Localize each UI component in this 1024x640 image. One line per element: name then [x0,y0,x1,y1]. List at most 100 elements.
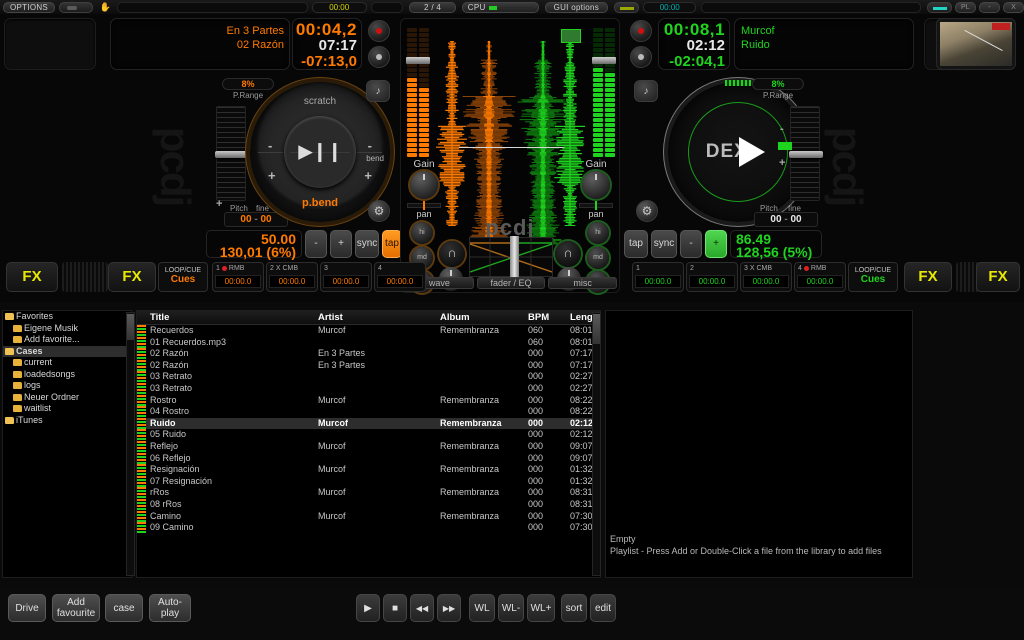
crossfader-handle[interactable] [510,236,519,278]
pan-slider-left[interactable] [407,201,441,210]
deck-right-cue-slot-4[interactable]: 4 RMB 00:00.0 [794,262,846,292]
deck-right-load-track-button[interactable]: ♪ [634,80,658,102]
add-favourite-button[interactable]: Add favourite [52,594,100,622]
deck-right-jog-wheel[interactable]: DEX [668,80,808,222]
tree-item-loadedsongs[interactable]: loadedsongs [3,369,131,381]
tab-fader-eq[interactable]: fader / EQ [476,277,546,289]
gain-knob-right[interactable] [582,171,610,199]
tree-item-favorites[interactable]: Favorites [3,311,131,323]
edit-button[interactable]: edit [590,594,616,622]
deck-left-cue-slot-2[interactable]: 2 X CMB 00:00.0 [266,262,318,292]
table-row[interactable]: Recuerdos Murcof Remembranza 060 08:01 [137,325,600,337]
gui-options-button[interactable]: GUI options [544,1,609,13]
deck-left-pitch-slider[interactable] [215,106,249,201]
deck-left-bpm-plus-button[interactable]: + [330,230,352,258]
tab-misc[interactable]: misc [548,277,618,289]
tree-item-current[interactable]: current [3,357,131,369]
col-artist[interactable]: Artist [314,311,436,324]
deck-right-sync-button[interactable]: sync [651,230,677,258]
deck-left-settings-icon[interactable] [368,200,390,222]
deck-right-fx-button-1[interactable]: FX [904,262,952,292]
drive-button[interactable]: Drive [8,594,46,622]
tree-item-neuer-ordner[interactable]: Neuer Ordner [3,392,131,404]
deck-right-cue-slot-1[interactable]: 1 00:00.0 [632,262,684,292]
deck-right-pitch-inc[interactable]: + [779,157,785,169]
table-row[interactable]: 07 Resignación 000 01:32 [137,475,600,488]
gain-knob-left[interactable] [410,171,438,199]
table-row[interactable]: 04 Rostro 000 08:22 [137,406,600,418]
table-row[interactable]: 03 Retrato 000 02:27 [137,382,600,395]
deck-left-record-icon[interactable] [368,20,390,42]
table-row[interactable]: Rostro Murcof Remembranza 000 08:22 [137,394,600,407]
deck-right-cue-slot-2[interactable]: 2 00:00.0 [686,262,738,292]
transport-play-button[interactable]: ▶ [356,594,380,622]
deck-left-bend-plus-outer[interactable]: + [364,168,372,183]
table-row[interactable]: rRos Murcof Remembranza 000 08:31 [137,487,600,499]
table-row[interactable]: 01 Recuerdos.mp3 060 08:01 [137,336,600,349]
deck-left-load-track-button[interactable]: ♪ [366,80,390,102]
deck-left-bend-plus-inner[interactable]: + [268,168,276,183]
deck-left-bpm-minus-button[interactable]: - [305,230,327,258]
crossfader-curve-graph[interactable] [469,236,553,278]
tree-scrollbar[interactable] [126,312,135,576]
minimize-button[interactable]: - [978,1,1000,13]
deck-left-cue-slot-1[interactable]: 1 RMB 00:00.0 [212,262,264,292]
deck-left-sync-button[interactable]: sync [355,230,379,258]
table-row[interactable]: Ruido Murcof Remembranza 000 02:12 [137,417,600,430]
deck-left-bend-minus-inner[interactable]: - [268,138,272,153]
table-row[interactable]: 02 Razón En 3 Partes 000 07:17 [137,359,600,372]
tree-item-cases[interactable]: Cases [3,345,131,357]
table-row[interactable]: Resignación Murcof Remembranza 000 01:32 [137,464,600,476]
tree-item-add-favorite[interactable]: Add favorite... [3,334,131,346]
col-album[interactable]: Album [436,311,524,324]
options-menu-button[interactable]: OPTIONS [3,1,56,13]
playlist-panel[interactable]: Empty Playlist - Press Add or Double-Cli… [605,310,913,578]
transport-next-button[interactable]: ▶▶ [437,594,461,622]
deck-right-loop-cue-toggle[interactable]: LOOP/CUE Cues [848,262,898,292]
track-list[interactable]: Title Artist Album BPM Length Recuerdos M… [136,310,601,578]
deck-left-jog-wheel[interactable]: scratch cue - - + + bend ▶❙❙ p.bend [250,82,390,222]
table-row[interactable]: Camino Murcof Remembranza 000 07:30 [137,510,600,523]
case-button[interactable]: case [105,594,143,622]
deck-left-bend-minus-outer[interactable]: - [368,138,372,153]
table-row[interactable]: 02 Razón En 3 Partes 000 07:17 [137,348,600,360]
deck-left-fx-button-2[interactable]: FX [108,262,156,292]
record-toggle[interactable] [59,1,94,13]
deck-right-pitch-slider[interactable] [789,106,823,201]
tracklist-scrollbar[interactable] [592,312,601,576]
sort-button[interactable]: sort [561,594,587,622]
deck-right-prange-value[interactable]: 8% [752,78,804,90]
deck-right-load-icon[interactable] [630,46,652,68]
deck-left-load-icon[interactable] [368,46,390,68]
deck-left-prange-value[interactable]: 8% [222,78,274,90]
transport-stop-button[interactable]: ■ [383,594,407,622]
pan-slider-right[interactable] [579,201,613,210]
table-row[interactable]: 09 Camino 000 07:30 [137,522,600,534]
eq-mid-knob-right[interactable]: md [587,247,609,269]
deck-right-settings-icon[interactable] [636,200,658,222]
autoplay-button[interactable]: Auto-play [149,594,191,622]
deck-left-cue-slot-3[interactable]: 3 00:00.0 [320,262,372,292]
table-row[interactable]: 08 rRos 000 08:31 [137,498,600,511]
table-row[interactable]: 05 Ruido 000 02:12 [137,429,600,441]
tree-item-eigene-musik[interactable]: Eigene Musik [3,323,131,335]
deck-right-bpm-plus-button[interactable]: + [705,230,727,258]
tree-item-waitlist[interactable]: waitlist [3,403,131,415]
headphone-cue-left-icon[interactable]: ∩ [439,241,465,267]
deck-right-fx-button-2[interactable]: FX [976,262,1020,292]
waitlist-button[interactable]: WL [469,594,495,622]
table-row[interactable]: 03 Retrato 000 02:27 [137,371,600,383]
headphone-cue-right-icon[interactable]: ∩ [555,241,581,267]
deck-left-pitch-box[interactable]: 00 - 00 [224,212,288,227]
tree-item-itunes[interactable]: iTunes [3,415,131,427]
close-button[interactable]: X [1002,1,1024,13]
deck-left-tap-button[interactable]: tap [382,230,402,258]
deck-right-cue-slot-3[interactable]: 3 X CMB 00:00.0 [740,262,792,292]
deck-left-fx-button-1[interactable]: FX [6,262,58,292]
table-row[interactable]: 06 Reflejo 000 09:07 [137,452,600,465]
col-bpm[interactable]: BPM [524,311,566,324]
deck-right-pitch-dec[interactable]: - [780,123,784,135]
deck-right-tap-button[interactable]: tap [624,230,648,258]
table-row[interactable]: Reflejo Murcof Remembranza 000 09:07 [137,440,600,453]
waitlist-add-button[interactable]: WL+ [527,594,555,622]
